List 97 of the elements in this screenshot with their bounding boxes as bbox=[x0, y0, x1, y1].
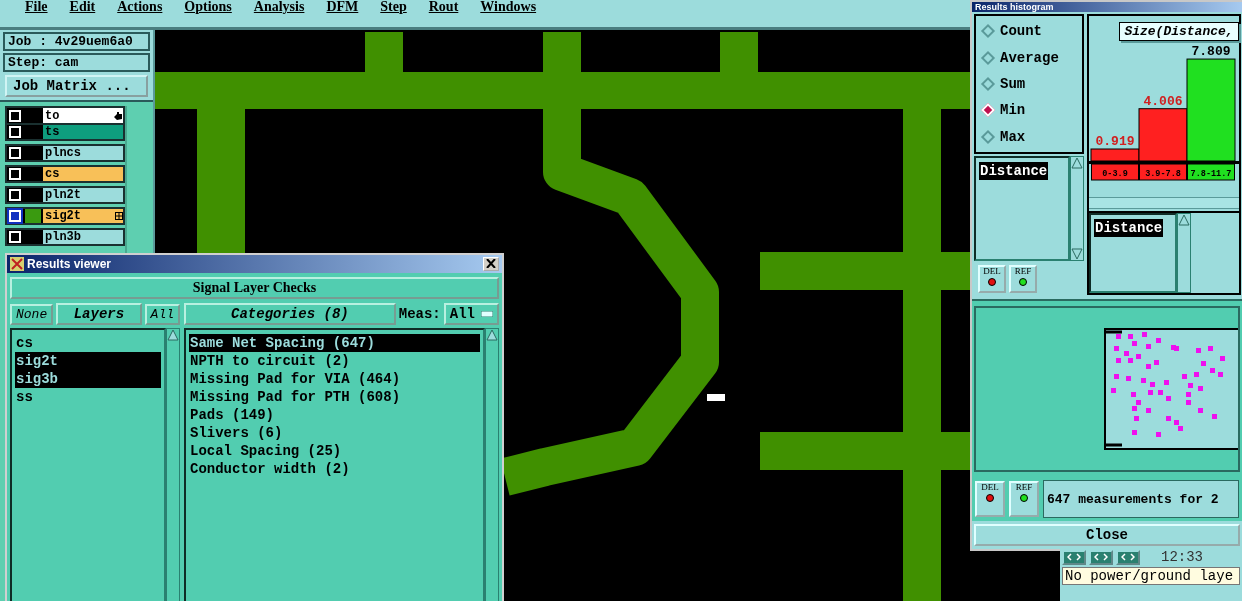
close-icon bbox=[486, 259, 496, 268]
axis-list-item[interactable]: Distance bbox=[1094, 219, 1164, 237]
bin-label: 3.9-7.8 bbox=[1145, 169, 1181, 179]
menu-item[interactable]: Analysis bbox=[242, 0, 316, 14]
meas-dropdown[interactable]: All bbox=[443, 303, 499, 325]
none-button[interactable]: None bbox=[10, 303, 54, 325]
layer-checkbox[interactable] bbox=[9, 126, 21, 138]
zoom-arrows-button[interactable] bbox=[1062, 549, 1086, 565]
dropdown-bar-icon bbox=[481, 311, 493, 317]
mode-radio[interactable]: Min bbox=[980, 102, 1078, 119]
menu-item[interactable]: Options bbox=[173, 0, 243, 14]
layer-checkbox[interactable] bbox=[9, 231, 21, 243]
marker bbox=[707, 394, 725, 401]
layer-name[interactable]: pln3b bbox=[43, 230, 123, 244]
bin-label: 7.8-11.7 bbox=[1190, 169, 1232, 179]
layer-name[interactable]: plncs bbox=[43, 146, 123, 160]
close-button[interactable] bbox=[483, 257, 499, 271]
double-arrow-icon bbox=[1121, 553, 1135, 561]
layer-label: cs bbox=[45, 167, 60, 181]
layer-name[interactable]: sig2t bbox=[43, 209, 123, 223]
check-set-button[interactable]: Signal Layer Checks bbox=[10, 277, 499, 299]
meas-label: Meas: bbox=[398, 306, 441, 322]
category-list-item[interactable]: Pads (149) bbox=[189, 406, 480, 424]
double-arrow-icon bbox=[1067, 553, 1081, 561]
menu-item[interactable]: DFM bbox=[315, 0, 370, 14]
double-arrow-icon bbox=[1094, 553, 1108, 561]
scrollbar[interactable] bbox=[166, 328, 180, 601]
layer-checkbox[interactable] bbox=[9, 189, 21, 201]
mode-radio[interactable]: Average bbox=[980, 49, 1078, 66]
layer-checkbox[interactable] bbox=[9, 147, 21, 159]
menu-item[interactable]: Rout bbox=[417, 0, 470, 14]
window-title: Results viewer bbox=[27, 257, 112, 271]
layer-list-item[interactable]: cs bbox=[15, 334, 161, 352]
menu-item[interactable]: Windows bbox=[469, 0, 548, 14]
layer-checkbox[interactable] bbox=[9, 168, 21, 180]
bin-label: 0-3.9 bbox=[1102, 169, 1128, 179]
menu-item[interactable]: Edit bbox=[58, 0, 107, 14]
close-button[interactable]: Close bbox=[974, 524, 1240, 546]
layer-name[interactable]: pln2t bbox=[43, 188, 123, 202]
layer-list-item[interactable]: ss bbox=[15, 388, 161, 406]
delete-button[interactable]: DEL bbox=[975, 481, 1005, 517]
window-title: Results histogram bbox=[975, 2, 1054, 12]
bar-value-label: 4.006 bbox=[1143, 93, 1183, 109]
clock-time: 12:33 bbox=[1161, 549, 1203, 565]
zoom-arrows-button[interactable] bbox=[1116, 549, 1140, 565]
menu-item[interactable]: File bbox=[14, 0, 59, 14]
layers-button[interactable]: Layers bbox=[56, 303, 142, 325]
layer-label: to bbox=[45, 108, 60, 123]
app-icon bbox=[10, 257, 24, 271]
category-list-item[interactable]: Local Spacing (25) bbox=[189, 442, 480, 460]
status-text: 647 measurements for 2 bbox=[1043, 480, 1239, 518]
reference-button[interactable]: REF bbox=[1009, 481, 1039, 517]
histogram-bar[interactable] bbox=[1186, 58, 1236, 162]
horizontal-scrollbar[interactable] bbox=[1089, 197, 1239, 209]
layer-label: ts bbox=[45, 125, 60, 139]
delete-button[interactable]: DEL bbox=[978, 265, 1006, 293]
layer-list-item[interactable]: sig3b bbox=[15, 370, 161, 388]
scroll-up-icon[interactable] bbox=[1178, 214, 1190, 226]
histogram-bar[interactable] bbox=[1138, 108, 1188, 162]
menu-item[interactable]: Actions bbox=[106, 0, 174, 14]
scroll-down-icon[interactable] bbox=[1071, 248, 1083, 260]
layer-checkbox[interactable] bbox=[9, 109, 21, 122]
category-list-item[interactable]: Same Net Spacing (647) bbox=[189, 334, 480, 352]
layer-checkbox[interactable] bbox=[9, 210, 21, 222]
layer-label: sig2t bbox=[45, 209, 81, 223]
layer-label: pln3b bbox=[45, 230, 81, 244]
layer-label: plncs bbox=[45, 146, 81, 160]
mode-radio[interactable]: Sum bbox=[980, 75, 1078, 92]
scroll-up-icon[interactable] bbox=[486, 329, 498, 341]
step-label: Step: cam bbox=[3, 53, 150, 72]
menu-item[interactable]: Step bbox=[369, 0, 418, 14]
bar-value-label: 7.809 bbox=[1191, 44, 1231, 60]
bar-value-label: 0.919 bbox=[1095, 134, 1135, 149]
category-list-item[interactable]: NPTH to circuit (2) bbox=[189, 352, 480, 370]
category-list-item[interactable]: Missing Pad for PTH (608) bbox=[189, 388, 480, 406]
field-list-item[interactable]: Distance bbox=[979, 162, 1049, 180]
category-list-item[interactable]: Conductor width (2) bbox=[189, 460, 480, 478]
mode-radio[interactable]: Max bbox=[980, 128, 1078, 145]
layer-name[interactable]: ts bbox=[43, 125, 123, 139]
histogram-bar[interactable] bbox=[1090, 148, 1140, 162]
layer-name[interactable]: cs bbox=[43, 167, 123, 181]
zoom-arrows-button[interactable] bbox=[1089, 549, 1113, 565]
scroll-up-icon[interactable] bbox=[167, 329, 179, 341]
chart-title: Size(Distance, bbox=[1119, 22, 1239, 41]
mode-radio[interactable]: Count bbox=[980, 23, 1078, 40]
work-layer-swatch bbox=[25, 209, 41, 223]
category-list-item[interactable]: Missing Pad for VIA (464) bbox=[189, 370, 480, 388]
categories-button[interactable]: Categories (8) bbox=[184, 303, 396, 325]
category-list-item[interactable]: Slivers (6) bbox=[189, 424, 480, 442]
reference-button[interactable]: REF bbox=[1009, 265, 1037, 293]
all-button[interactable]: All bbox=[144, 303, 180, 325]
job-matrix-button[interactable]: Job Matrix ... bbox=[5, 75, 148, 97]
layer-list-item[interactable]: sig2t bbox=[15, 352, 161, 370]
scroll-up-icon[interactable] bbox=[1071, 157, 1083, 169]
job-label: Job : 4v29uem6a0 bbox=[3, 32, 150, 51]
layer-label: pln2t bbox=[45, 188, 81, 202]
layer-name[interactable]: to bbox=[43, 108, 123, 123]
